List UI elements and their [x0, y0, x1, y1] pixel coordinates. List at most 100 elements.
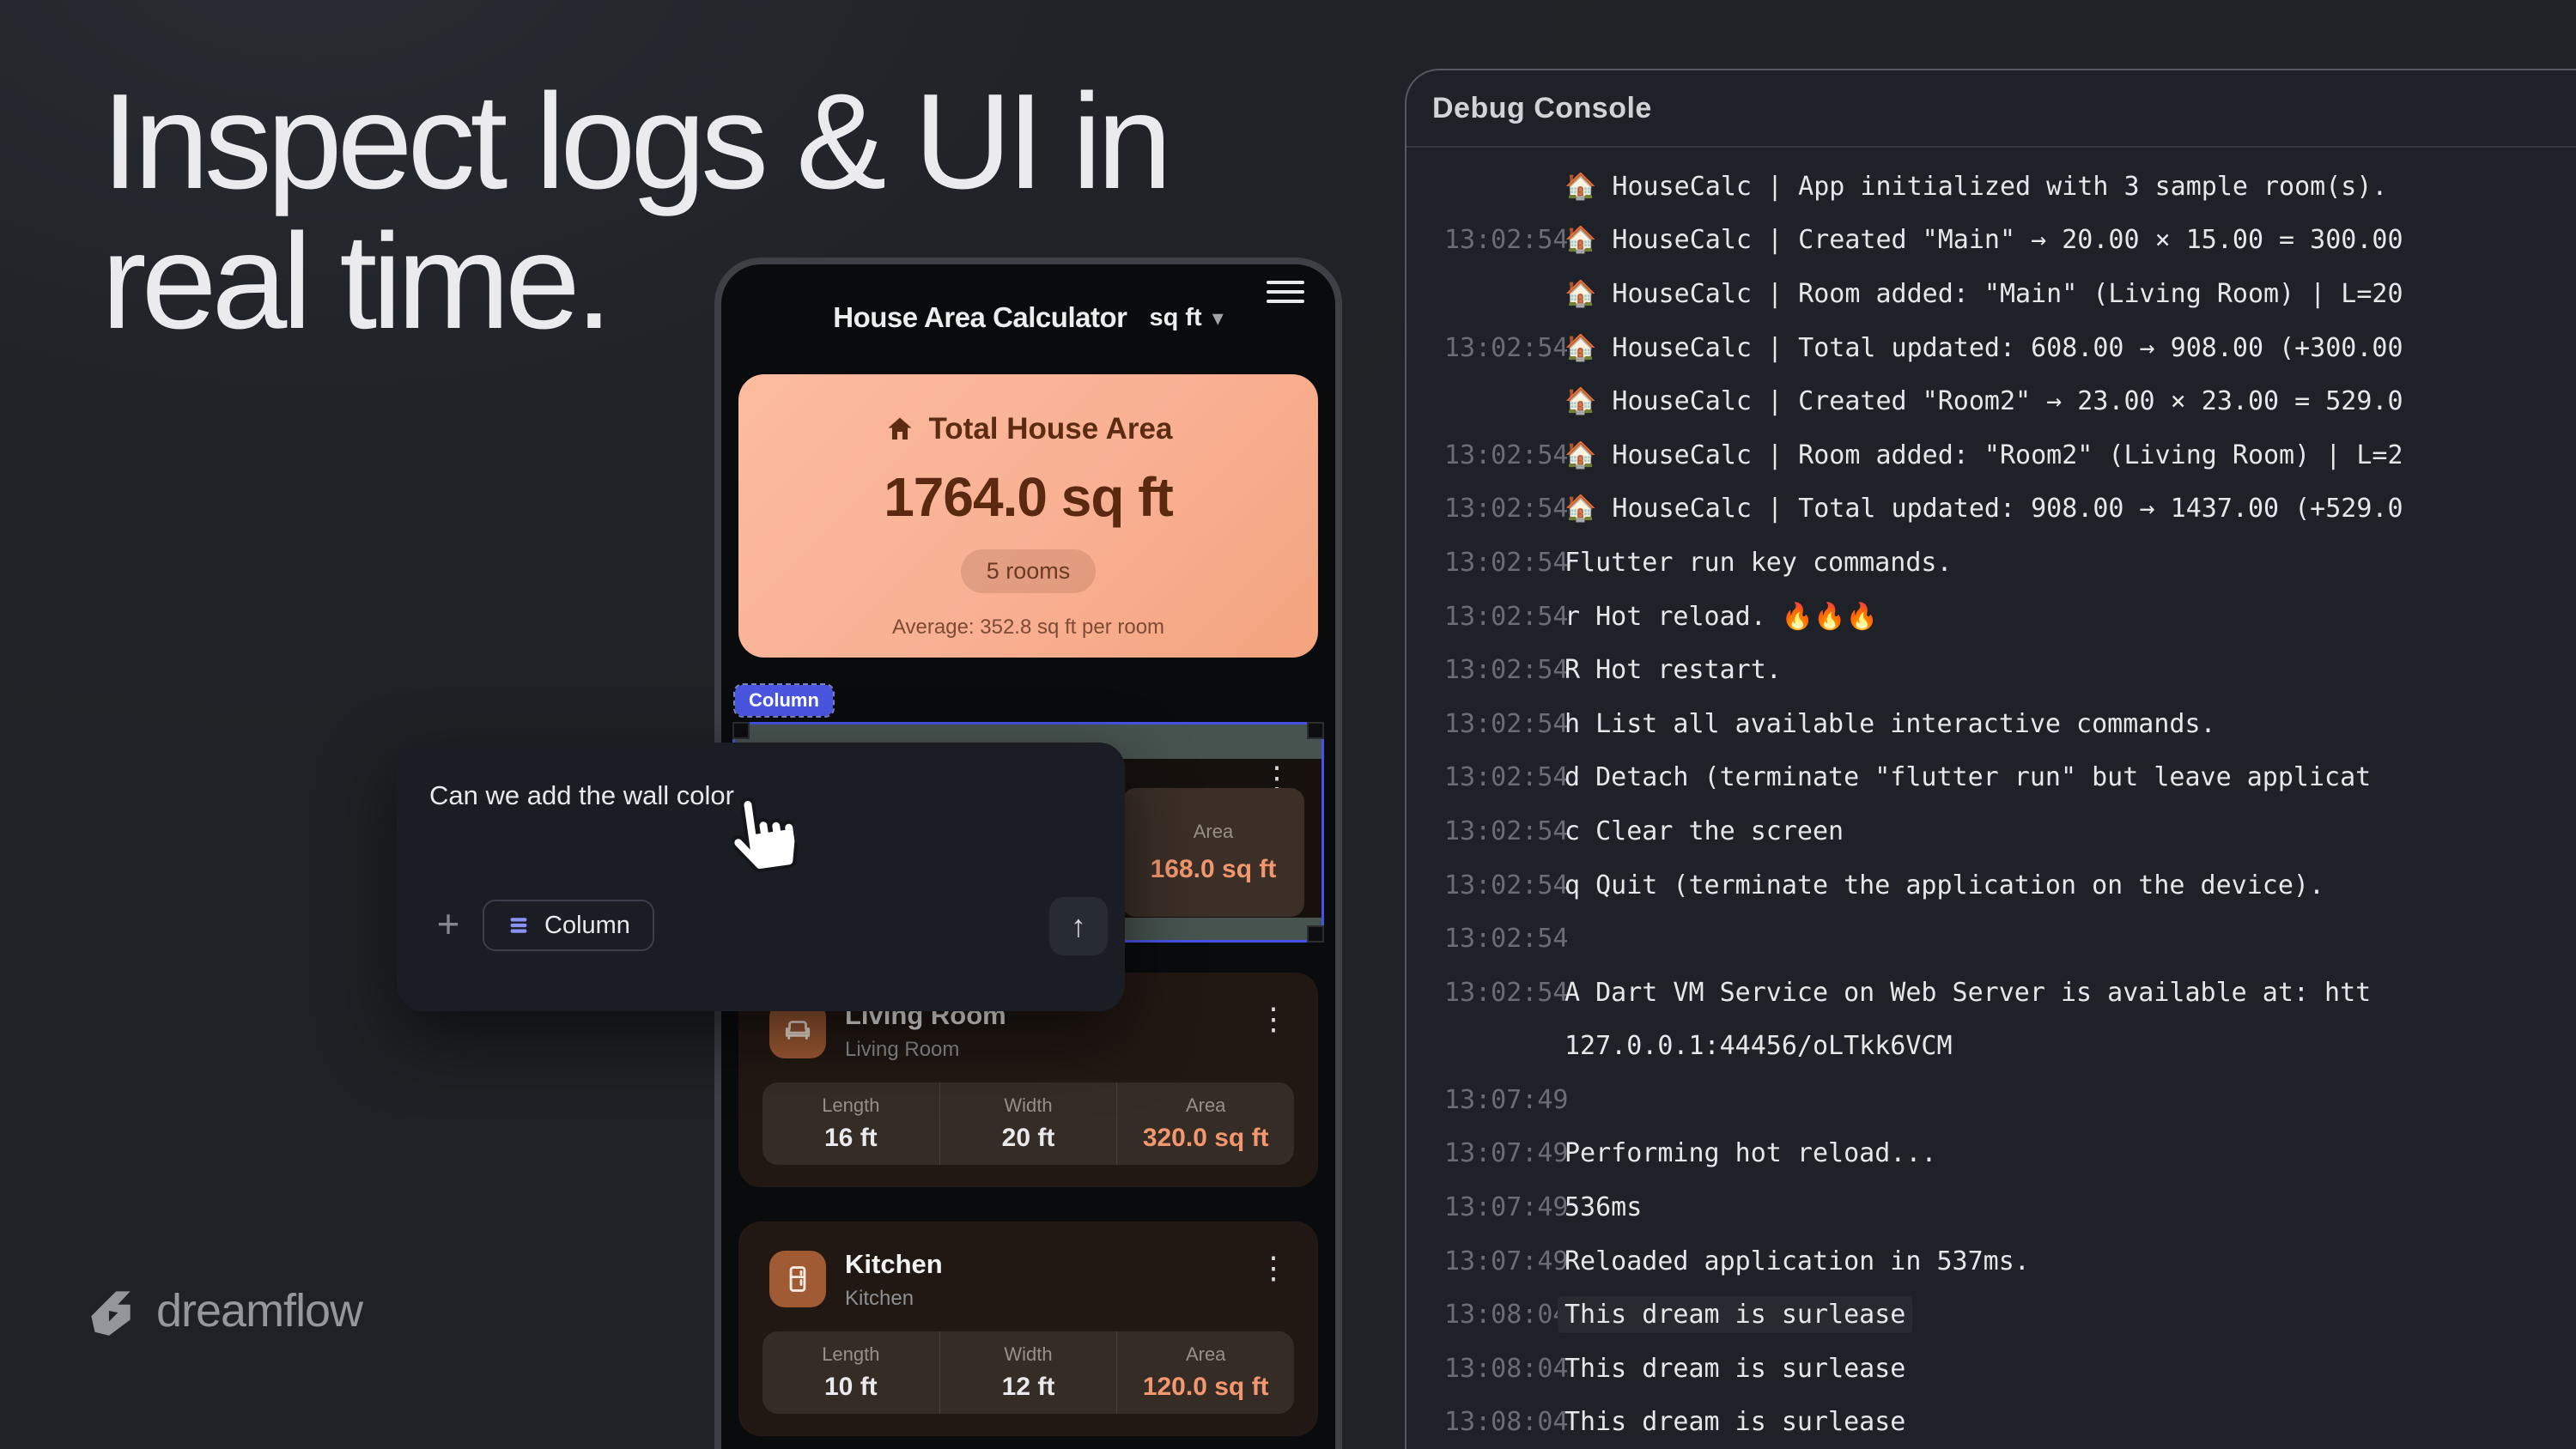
stat-label: Width: [1004, 1343, 1052, 1366]
more-options-icon[interactable]: ⋮: [1258, 1252, 1289, 1283]
send-button[interactable]: ↑: [1049, 897, 1108, 955]
total-area-card: Total House Area 1764.0 sq ft 5 rooms Av…: [738, 374, 1318, 658]
widget-type-badge[interactable]: Column: [735, 685, 833, 716]
log-text: A Dart VM Service on Web Server is avail…: [1564, 978, 2371, 1008]
stat-value: 20 ft: [1002, 1124, 1055, 1153]
brand-logo: dreamflow: [82, 1282, 362, 1339]
log-timestamp: 13:02:54: [1406, 709, 1564, 739]
selection-handle[interactable]: [1307, 722, 1324, 739]
log-row: 13:08:04This dream is surlease: [1406, 1396, 2576, 1449]
marketing-screenshot: Inspect logs & UI in real time. dreamflo…: [0, 0, 2576, 1449]
log-row: 13:07:49536ms: [1406, 1180, 2576, 1234]
debug-console-header: Debug Console: [1406, 70, 2576, 148]
log-timestamp: 13:02:54: [1406, 978, 1564, 1008]
log-row: 13:07:49Reloaded application in 537ms.: [1406, 1234, 2576, 1288]
stat-value: 168.0 sq ft: [1151, 855, 1277, 884]
stat-label: Area: [1194, 821, 1233, 843]
log-timestamp: 13:08:04: [1406, 1354, 1564, 1384]
log-text: 127.0.0.1:44456/oLTkk6VCM: [1564, 1031, 1953, 1061]
log-text: Reloaded application in 537ms.: [1564, 1246, 2030, 1276]
hand-pointer-cursor: [726, 791, 800, 875]
log-row: 13:02:54: [1406, 912, 2576, 966]
log-row: 13:02:54A Dart VM Service on Web Server …: [1406, 966, 2576, 1020]
log-text: Flutter run key commands.: [1564, 548, 1953, 578]
log-text: 🏠 HouseCalc | Created "Main" → 20.00 × 1…: [1564, 225, 2403, 255]
stat-label: Area: [1186, 1094, 1225, 1117]
stat-value: 16 ft: [824, 1124, 878, 1153]
log-row: 13:07:49: [1406, 1073, 2576, 1127]
log-timestamp: 13:08:04: [1406, 1300, 1564, 1330]
app-header: House Area Calculator sq ft ▾: [721, 290, 1335, 345]
log-text: Performing hot reload...: [1564, 1138, 1936, 1168]
chevron-down-icon: ▾: [1212, 305, 1224, 331]
room-stats: Length 10 ft Width 12 ft Area 120.0 sq f…: [762, 1331, 1294, 1414]
room-stats: Length 16 ft Width 20 ft Area 320.0 sq f…: [762, 1082, 1294, 1165]
selection-handle[interactable]: [732, 722, 750, 739]
log-text: 🏠 HouseCalc | App initialized with 3 sam…: [1564, 172, 2388, 202]
log-row: 13:02:54🏠 HouseCalc | Total updated: 608…: [1406, 321, 2576, 375]
log-text: 🏠 HouseCalc | Total updated: 608.00 → 90…: [1564, 333, 2403, 363]
log-row: 127.0.0.1:44456/oLTkk6VCM: [1406, 1020, 2576, 1074]
log-row: 13:02:54d Detach (terminate "flutter run…: [1406, 751, 2576, 805]
log-row: 13:08:04This dream is surlease: [1406, 1288, 2576, 1342]
room-card-kitchen: Kitchen Kitchen ⋮ Length 10 ft Width 12 …: [738, 1222, 1318, 1436]
house-icon: [884, 414, 915, 445]
log-timestamp: 13:02:54: [1406, 225, 1564, 255]
chat-input-text[interactable]: Can we add the wall color: [429, 780, 734, 811]
log-row: 13:02:54h List all available interactive…: [1406, 697, 2576, 751]
log-row: 13:02:54🏠 HouseCalc | Total updated: 908…: [1406, 482, 2576, 537]
log-timestamp: 13:02:54: [1406, 333, 1564, 363]
log-text: h List all available interactive command…: [1564, 709, 2216, 739]
log-text: 🏠 HouseCalc | Total updated: 908.00 → 14…: [1564, 494, 2403, 524]
log-timestamp: 13:07:49: [1406, 1138, 1564, 1168]
log-timestamp: 13:02:54: [1406, 655, 1564, 685]
dreamflow-logo-icon: [82, 1282, 139, 1339]
stat-value: 320.0 sq ft: [1143, 1124, 1269, 1153]
fridge-icon: [769, 1251, 826, 1307]
log-text: 🏠 HouseCalc | Room added: "Room2" (Livin…: [1564, 440, 2403, 470]
menu-icon[interactable]: [1267, 276, 1304, 307]
log-row: 13:02:54🏠 HouseCalc | Created "Main" → 2…: [1406, 214, 2576, 268]
selection-handle[interactable]: [1307, 925, 1324, 943]
hero-line-1: Inspect logs & UI in: [101, 72, 1167, 212]
console-log[interactable]: 🏠 HouseCalc | App initialized with 3 sam…: [1406, 160, 2576, 1449]
room-type: Kitchen: [845, 1287, 914, 1311]
rooms-count-badge: 5 rooms: [961, 549, 1097, 593]
stat-value: 10 ft: [824, 1373, 878, 1402]
attach-plus-icon[interactable]: +: [429, 897, 467, 950]
log-row: 13:02:54🏠 HouseCalc | Room added: "Room2…: [1406, 428, 2576, 482]
stat-label: Length: [822, 1343, 879, 1366]
unit-dropdown[interactable]: sq ft ▾: [1149, 304, 1223, 332]
stat-label: Length: [822, 1094, 879, 1117]
log-timestamp: 13:02:54: [1406, 870, 1564, 900]
log-timestamp: 13:02:54: [1406, 548, 1564, 578]
log-timestamp: 13:02:54: [1406, 440, 1564, 470]
log-timestamp: 13:02:54: [1406, 816, 1564, 846]
log-text: R Hot restart.: [1564, 655, 1782, 685]
column-widget-icon: [507, 913, 531, 937]
unit-value: sq ft: [1149, 304, 1201, 332]
log-row: 13:08:04This dream is surlease: [1406, 1342, 2576, 1396]
stat-value: 12 ft: [1002, 1373, 1055, 1402]
ai-chat-composer[interactable]: Can we add the wall color + Column ↑: [397, 743, 1125, 1011]
total-area-title: Total House Area: [929, 412, 1173, 446]
more-options-icon[interactable]: ⋮: [1258, 1003, 1289, 1034]
debug-console-title: Debug Console: [1432, 92, 1652, 125]
room-name: Kitchen: [845, 1249, 943, 1280]
log-text: r Hot reload. 🔥🔥🔥: [1564, 602, 1878, 632]
log-row: 13:02:54Flutter run key commands.: [1406, 536, 2576, 590]
log-text: This dream is surlease: [1558, 1296, 1912, 1333]
context-chip-label: Column: [544, 912, 630, 940]
total-area-value: 1764.0 sq ft: [884, 465, 1173, 529]
log-row: 13:02:54r Hot reload. 🔥🔥🔥: [1406, 590, 2576, 644]
log-text: This dream is surlease: [1564, 1407, 1905, 1437]
log-text: This dream is surlease: [1564, 1354, 1905, 1384]
log-text: 536ms: [1564, 1192, 1642, 1222]
selected-room-area-stat: Area 168.0 sq ft: [1122, 788, 1304, 917]
stat-label: Width: [1004, 1094, 1052, 1117]
log-text: c Clear the screen: [1564, 816, 1844, 846]
average-per-room: Average: 352.8 sq ft per room: [892, 615, 1164, 640]
log-timestamp: 13:02:54: [1406, 602, 1564, 632]
log-timestamp: 13:07:49: [1406, 1192, 1564, 1222]
context-chip-column[interactable]: Column: [483, 900, 654, 951]
